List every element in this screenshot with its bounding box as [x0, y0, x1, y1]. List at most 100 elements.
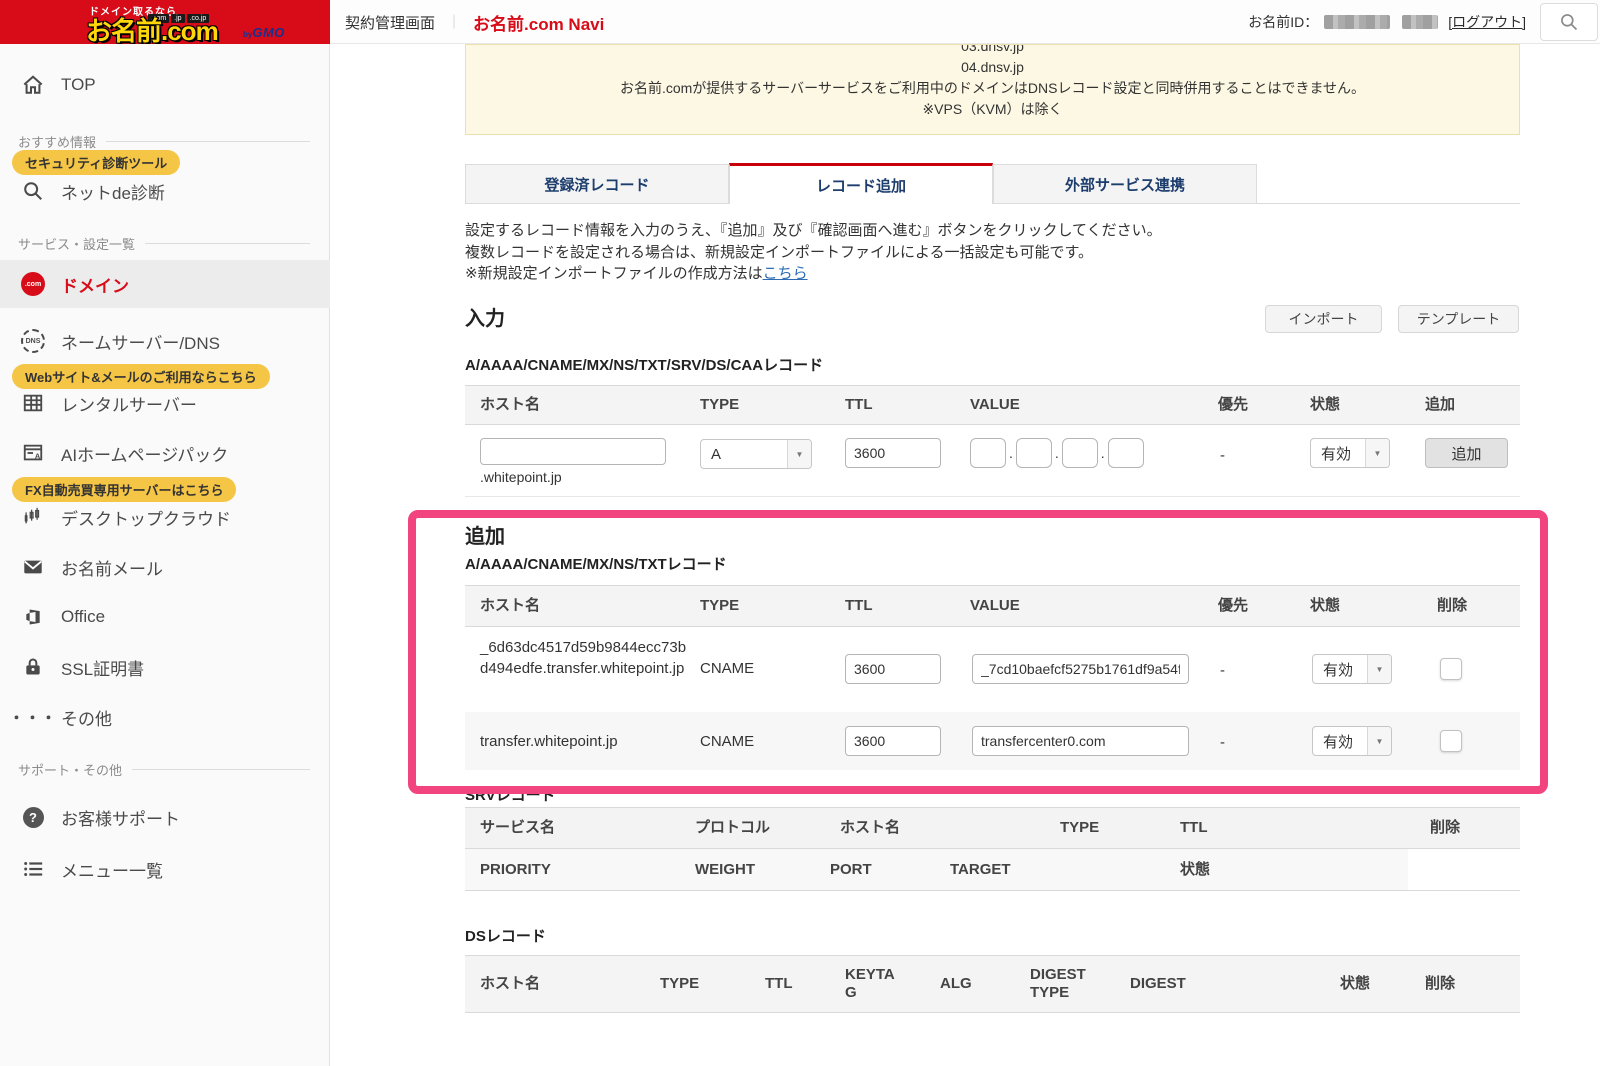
lock-icon	[20, 657, 46, 677]
col-alg: ALG	[940, 975, 972, 992]
delete-checkbox[interactable]	[1440, 730, 1462, 752]
home-icon	[20, 74, 46, 96]
sidebar-item-label: その他	[61, 709, 112, 729]
svg-text:AI: AI	[35, 452, 42, 461]
tab-external-services[interactable]: 外部サービス連携	[993, 164, 1257, 204]
tab-registered-records[interactable]: 登録済レコード	[465, 164, 729, 204]
ip-octet-3[interactable]	[1061, 438, 1098, 468]
ttl-input[interactable]	[845, 438, 941, 468]
logo-gmo: byGMO	[243, 25, 285, 40]
instructions: 設定するレコード情報を入力のうえ、『追加』及び『確認画面へ進む』ボタンをクリック…	[465, 220, 1162, 285]
import-button[interactable]: インポート	[1265, 305, 1382, 333]
sidebar-item-ssl[interactable]: SSL証明書	[0, 650, 330, 684]
col-value: VALUE	[970, 597, 1020, 614]
ellipsis-icon: ・・・	[9, 709, 58, 727]
col-type: TYPE	[660, 975, 700, 992]
sidebar-item-menu-list[interactable]: メニュー一覧	[0, 852, 330, 886]
value-input[interactable]	[972, 726, 1189, 756]
candlestick-chart-icon	[20, 506, 46, 528]
col-weight: WEIGHT	[695, 860, 755, 878]
sidebar-item-office[interactable]: Office	[0, 600, 330, 634]
col-digest: DIGEST	[1130, 975, 1186, 992]
table-header: ホスト名 TYPE TTL VALUE 優先 状態 追加	[465, 385, 1520, 425]
office-icon	[20, 607, 46, 627]
sidebar-item-other[interactable]: ・・・ その他	[0, 700, 330, 734]
col-digest-type: DIGEST TYPE	[1030, 966, 1086, 1001]
sidebar-item-label: TOP	[61, 75, 96, 94]
sidebar-item-domain[interactable]: .com ドメイン	[0, 260, 330, 308]
server-grid-icon	[20, 392, 46, 414]
col-delete: 削除	[1425, 975, 1456, 992]
srv-header-blank	[1408, 849, 1520, 890]
sidebar-item-top[interactable]: TOP	[0, 68, 330, 102]
sidebar-item-label: デスクトップクラウド	[61, 509, 231, 529]
onamae-logo[interactable]: ドメイン取るなら .com .jp .co.jp お名前.com byGMO	[0, 0, 330, 44]
sidebar-item-net-diagnosis[interactable]: ネットde診断	[0, 174, 330, 208]
top-header: ドメイン取るなら .com .jp .co.jp お名前.com byGMO 契…	[0, 0, 1600, 44]
col-delete: 削除	[1430, 819, 1461, 836]
srv-header-row-2: PRIORITY WEIGHT PORT TARGET 状態	[465, 849, 1520, 891]
ds-heading: DSレコード	[465, 928, 546, 945]
tab-add-record[interactable]: レコード追加	[729, 163, 993, 204]
ip-octet-4[interactable]	[1107, 438, 1144, 468]
col-priority: 優先	[1218, 396, 1249, 413]
instruction-line-1: 設定するレコード情報を入力のうえ、『追加』及び『確認画面へ進む』ボタンをクリック…	[465, 222, 1162, 239]
mail-icon	[20, 556, 46, 578]
col-keytag: KEYTAG	[845, 966, 895, 1001]
domain-com-icon: .com	[20, 272, 46, 296]
status-select[interactable]: 有効 ▼	[1312, 726, 1392, 756]
main-content: 03.dnsv.jp 04.dnsv.jp お名前.comが提供するサーバーサー…	[330, 44, 1600, 1066]
sidebar-item-label: SSL証明書	[61, 659, 145, 679]
col-port: PORT	[830, 860, 872, 878]
logout-link[interactable]: [ログアウト]	[1448, 12, 1526, 32]
notice-line-3: お名前.comが提供するサーバーサービスをご利用中のドメインはDNSレコード設定…	[619, 80, 1366, 96]
dns-notice-box: 03.dnsv.jp 04.dnsv.jp お名前.comが提供するサーバーサー…	[465, 44, 1520, 135]
col-ttl: TTL	[845, 597, 873, 614]
type-select[interactable]: A ▼	[700, 439, 812, 469]
col-host: ホスト名	[480, 396, 541, 413]
delete-checkbox[interactable]	[1440, 658, 1462, 680]
kochira-link[interactable]: こちら	[763, 265, 808, 282]
list-icon	[20, 858, 46, 880]
sidebar: TOP おすすめ情報 セキュリティ診断ツール ネットde診断 サービス・設定一覧…	[0, 44, 330, 1066]
navi-brand-link[interactable]: お名前.com Navi	[473, 10, 604, 35]
col-add: 追加	[1425, 396, 1456, 413]
contract-admin-link[interactable]: 契約管理画面	[345, 12, 435, 33]
ttl-input[interactable]	[845, 726, 941, 756]
sidebar-badge-security[interactable]: セキュリティ診断ツール	[12, 150, 181, 175]
sidebar-item-ai-homepage[interactable]: AI AIホームページパック	[0, 436, 330, 470]
sidebar-item-label: Office	[61, 607, 106, 626]
sidebar-item-label: お名前メール	[61, 559, 163, 579]
add-record-button[interactable]: 追加	[1425, 438, 1508, 468]
col-host: ホスト名	[840, 819, 901, 836]
table-row: transfer.whitepoint.jp CNAME - 有効▼	[465, 712, 1520, 770]
sidebar-item-nameserver-dns[interactable]: DNS ネームサーバー/DNS	[0, 324, 330, 358]
sidebar-item-desktop-cloud[interactable]: デスクトップクラウド	[0, 500, 330, 534]
search-button[interactable]	[1540, 3, 1598, 41]
sidebar-item-onamae-mail[interactable]: お名前メール	[0, 550, 330, 584]
ttl-input[interactable]	[845, 654, 941, 684]
status-select[interactable]: 有効 ▼	[1312, 654, 1392, 684]
ip-value-group: ...	[970, 438, 1144, 468]
row-priority: -	[1220, 734, 1225, 751]
sidebar-section-services: サービス・設定一覧	[18, 234, 310, 253]
sidebar-item-customer-support[interactable]: ? お客様サポート	[0, 800, 330, 834]
input-heading: 入力	[465, 308, 505, 330]
col-priority: 優先	[1218, 597, 1249, 614]
sidebar-item-rental-server[interactable]: レンタルサーバー	[0, 386, 330, 420]
sidebar-item-label: お客様サポート	[61, 809, 180, 829]
sidebar-badge-fx[interactable]: FX自動売買専用サーバーはこちら	[12, 477, 237, 502]
ip-octet-2[interactable]	[1015, 438, 1052, 468]
template-button[interactable]: テンプレート	[1398, 305, 1519, 333]
sidebar-item-label: レンタルサーバー	[61, 395, 197, 415]
host-input[interactable]	[480, 438, 666, 465]
value-input[interactable]	[972, 654, 1189, 684]
input-row: .whitepoint.jp A▼ ... - 有効▼ 追加	[465, 425, 1520, 497]
input-record-table: ホスト名 TYPE TTL VALUE 優先 状態 追加 .whitepoint…	[465, 385, 1520, 497]
search-icon	[1561, 14, 1578, 31]
logo-brand-text: お名前.com	[86, 16, 219, 44]
record-type-label: A/AAAA/CNAME/MX/NS/TXT/SRV/DS/CAAレコード	[465, 357, 824, 374]
ip-octet-1[interactable]	[970, 438, 1006, 468]
ds-record-table: ホスト名 TYPE TTL KEYTAG ALG DIGEST TYPE DIG…	[465, 955, 1520, 1013]
status-select[interactable]: 有効 ▼	[1310, 438, 1390, 468]
